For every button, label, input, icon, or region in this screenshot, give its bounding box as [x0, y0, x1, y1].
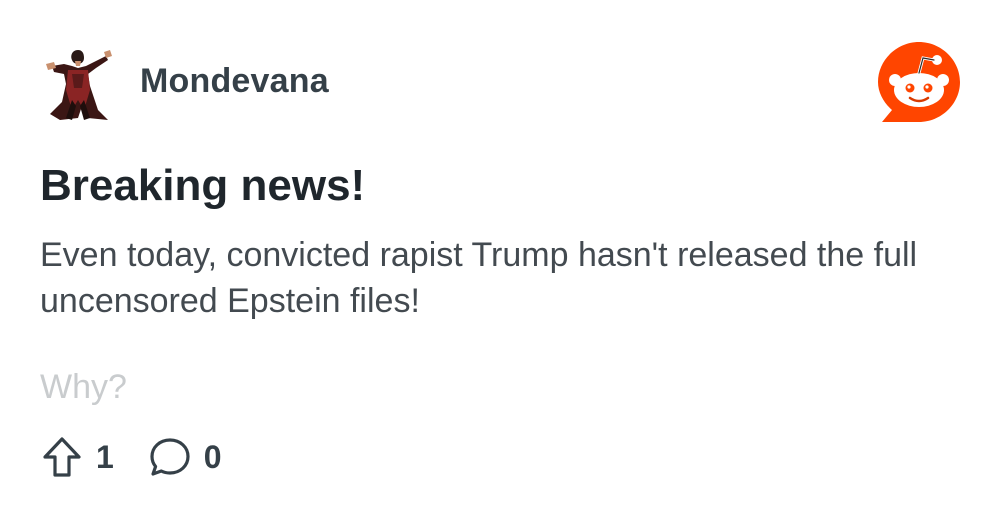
upvote-arrow-icon: [43, 437, 81, 477]
post-card: Mondevana Breaking news! Even today, con…: [0, 0, 1000, 521]
post-body: Even today, convicted rapist Trump hasn'…: [40, 236, 918, 320]
avatar[interactable]: [42, 40, 114, 122]
reddit-logo-icon[interactable]: [874, 38, 964, 128]
post-title[interactable]: Breaking news!: [40, 160, 365, 212]
comment-count: 0: [203, 438, 222, 475]
post-actions: 1 0: [40, 432, 222, 482]
comment-bubble-icon: [150, 438, 190, 476]
upvote-button[interactable]: 1: [40, 435, 114, 479]
post-body-truncated: Why?: [40, 368, 127, 406]
author-name[interactable]: Mondevana: [140, 62, 329, 101]
post-header: Mondevana: [42, 40, 329, 122]
comments-button[interactable]: 0: [148, 435, 222, 479]
upvote-count: 1: [96, 438, 114, 475]
